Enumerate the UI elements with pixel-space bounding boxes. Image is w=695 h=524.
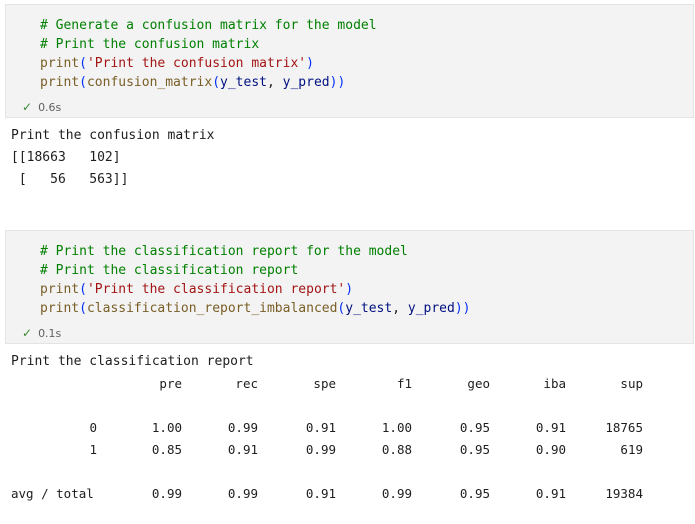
execution-status: ✓ 0.1s xyxy=(22,326,61,340)
execution-time: 0.6s xyxy=(38,101,62,114)
report-title: Print the classification report xyxy=(11,354,254,369)
code-paren: ) xyxy=(337,75,346,90)
code-paren: ( xyxy=(212,75,221,90)
report-row-label: 1 xyxy=(89,442,97,457)
code-cell-1[interactable]: # Generate a confusion matrix for the mo… xyxy=(5,4,694,118)
code-line[interactable]: # Print the classification report xyxy=(40,261,298,280)
report-header: geo xyxy=(467,376,490,391)
code-line[interactable]: print('Print the classification report') xyxy=(40,280,353,299)
code-paren: ( xyxy=(79,56,87,71)
report-cell: 0.95 xyxy=(459,486,490,501)
report-cell: 0.90 xyxy=(535,442,566,457)
report-cell: 1.00 xyxy=(381,420,412,435)
report-cell: 19384 xyxy=(605,486,643,501)
code-line[interactable]: print(classification_report_imbalanced(y… xyxy=(40,299,471,318)
code-function: classification_report_imbalanced xyxy=(86,301,338,316)
code-function: print xyxy=(40,301,80,316)
code-comment: # Print the classification report for th… xyxy=(40,244,408,259)
report-cell: 0.91 xyxy=(305,486,336,501)
check-icon: ✓ xyxy=(22,326,33,340)
report-cell: 0.99 xyxy=(381,486,412,501)
code-punct: , xyxy=(267,75,283,90)
code-function: print xyxy=(40,282,80,297)
code-variable: y_pred xyxy=(407,301,455,316)
code-line[interactable]: # Print the classification report for th… xyxy=(40,242,408,261)
report-cell: 0.99 xyxy=(227,486,258,501)
output-line: [ 56 563]] xyxy=(11,172,129,187)
code-line[interactable]: print(confusion_matrix(y_test, y_pred)) xyxy=(40,73,345,92)
report-cell: 0.99 xyxy=(305,442,336,457)
code-function: print xyxy=(40,56,80,71)
report-cell: 0.85 xyxy=(151,442,182,457)
report-cell: 0.91 xyxy=(305,420,336,435)
output-line: [[18663 102] xyxy=(11,150,121,165)
code-line[interactable]: # Print the confusion matrix xyxy=(40,35,259,54)
code-string: 'Print the confusion matrix' xyxy=(86,56,307,71)
report-cell: 0.95 xyxy=(459,442,490,457)
code-comment: # Print the confusion matrix xyxy=(40,37,260,52)
report-header: pre xyxy=(159,376,182,391)
code-function: confusion_matrix xyxy=(86,75,213,90)
report-cell: 1.00 xyxy=(151,420,182,435)
code-line[interactable]: print('Print the confusion matrix') xyxy=(40,54,314,73)
report-cell: 0.99 xyxy=(227,420,258,435)
execution-status: ✓ 0.6s xyxy=(22,100,61,114)
report-cell: 0.88 xyxy=(381,442,412,457)
code-paren: ( xyxy=(79,301,87,316)
report-header: rec xyxy=(235,376,258,391)
code-paren: ) xyxy=(345,282,354,297)
report-cell: 18765 xyxy=(605,420,643,435)
code-punct: , xyxy=(392,301,408,316)
report-row-label: 0 xyxy=(89,420,97,435)
report-cell: 0.99 xyxy=(151,486,182,501)
report-cell: 0.95 xyxy=(459,420,490,435)
report-row-label: avg / total xyxy=(11,486,94,501)
code-variable: y_pred xyxy=(282,75,330,90)
report-header: f1 xyxy=(396,376,412,391)
code-variable: y_test xyxy=(220,75,267,90)
code-string: 'Print the classification report' xyxy=(86,282,346,297)
code-line[interactable]: # Generate a confusion matrix for the mo… xyxy=(40,16,377,35)
code-paren: ( xyxy=(79,282,87,297)
code-paren: ) xyxy=(454,301,463,316)
report-cell: 0.91 xyxy=(227,442,258,457)
code-comment: # Generate a confusion matrix for the mo… xyxy=(40,18,377,33)
code-variable: y_test xyxy=(345,301,393,316)
report-cell: 0.91 xyxy=(535,486,566,501)
code-cell-2[interactable]: # Print the classification report for th… xyxy=(5,230,694,344)
output-line: Print the confusion matrix xyxy=(11,128,215,143)
report-cell: 0.91 xyxy=(535,420,566,435)
execution-time: 0.1s xyxy=(38,327,62,340)
code-function: print xyxy=(40,75,80,90)
report-cell: 619 xyxy=(620,442,643,457)
report-header: iba xyxy=(543,376,566,391)
code-comment: # Print the classification report xyxy=(40,263,299,278)
code-paren: ) xyxy=(462,301,471,316)
code-paren: ( xyxy=(79,75,87,90)
report-header: spe xyxy=(313,376,336,391)
code-paren: ) xyxy=(306,56,314,71)
check-icon: ✓ xyxy=(22,100,33,114)
report-header: sup xyxy=(620,376,643,391)
